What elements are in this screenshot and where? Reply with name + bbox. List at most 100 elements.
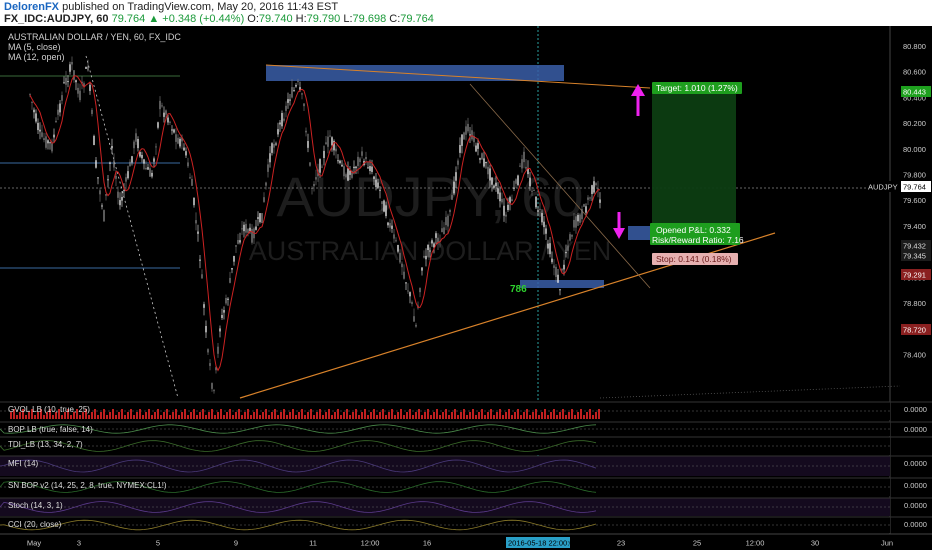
- candle: [231, 267, 233, 274]
- target-area[interactable]: [652, 88, 736, 228]
- last-price: 79.764: [111, 13, 146, 25]
- support-zone[interactable]: [520, 280, 604, 288]
- down-arrow-icon: [613, 212, 625, 239]
- low-value: 79.698: [352, 13, 387, 25]
- indicator-label[interactable]: Stoch (14, 3, 1): [8, 501, 63, 510]
- candle: [307, 133, 309, 153]
- candle: [261, 213, 263, 224]
- symbol-label[interactable]: FX_IDC:AUDJPY, 60: [4, 13, 109, 25]
- candle: [257, 211, 259, 226]
- candle: [245, 219, 247, 238]
- price-change: +0.348 (+0.44%): [162, 13, 245, 25]
- candle: [65, 70, 67, 93]
- candle: [37, 118, 39, 134]
- candle: [205, 320, 207, 338]
- candle: [135, 128, 137, 145]
- candle: [329, 130, 331, 138]
- price-tick: 80.800: [903, 42, 926, 51]
- indicator-label[interactable]: BOP LB (true, false, 14): [8, 425, 93, 434]
- candle: [179, 136, 181, 149]
- legend-ma-12[interactable]: MA (12, open): [8, 52, 65, 62]
- price-tick: 78.800: [903, 299, 926, 308]
- candle: [419, 287, 421, 298]
- candle: [365, 151, 367, 165]
- indicator-pane[interactable]: MFI (14) 0.0000: [0, 455, 932, 476]
- indicator-pane[interactable]: GVOL LB (10, true, 25) 0.0000: [0, 401, 932, 420]
- candle: [259, 212, 261, 224]
- candle: [599, 192, 601, 209]
- publish-line: DelorenFX published on TradingView.com, …: [4, 1, 338, 13]
- candle: [85, 66, 87, 70]
- price-chart[interactable]: AUSTRALIAN DOLLAR / YEN, 60, FX_IDC MA (…: [0, 26, 932, 550]
- indicator-pane[interactable]: Stoch (14, 3, 1) 0.0000: [0, 497, 932, 516]
- time-tick: 30: [811, 539, 819, 548]
- indicator-pane[interactable]: TDI_LB (13, 34, 2, 7): [0, 436, 932, 455]
- candle: [45, 132, 47, 150]
- indicator-label[interactable]: MFI (14): [8, 459, 39, 468]
- chart-header: DelorenFX published on TradingView.com, …: [0, 0, 932, 26]
- indicator-label[interactable]: CCI (20, close): [8, 520, 62, 529]
- indicator-pane[interactable]: CCI (20, close) 0.0000: [0, 516, 932, 533]
- legend-ma-5[interactable]: MA (5, close): [8, 42, 61, 52]
- indicator-label[interactable]: GVOL LB (10, true, 25): [8, 405, 90, 414]
- candle: [473, 131, 475, 147]
- entry-zone[interactable]: [628, 226, 650, 240]
- time-tick: 11: [309, 539, 317, 548]
- high-value: 79.790: [306, 13, 341, 25]
- candle: [415, 322, 417, 328]
- candle: [339, 159, 341, 165]
- candle: [39, 122, 41, 140]
- candle: [301, 92, 303, 100]
- legend-title: AUSTRALIAN DOLLAR / YEN, 60, FX_IDC: [8, 32, 181, 42]
- time-tick: 16: [423, 539, 431, 548]
- candle: [109, 161, 111, 172]
- pnl-label: Opened P&L: 0.332: [656, 225, 731, 235]
- candle: [251, 224, 253, 245]
- candle: [95, 156, 97, 169]
- candle: [125, 173, 127, 190]
- candle: [323, 145, 325, 166]
- publisher-link[interactable]: DelorenFX: [4, 1, 59, 13]
- indicator-label[interactable]: SN BOP v2 (14, 25, 2, 8, true, NYMEX:CL1…: [8, 481, 167, 490]
- candle: [163, 106, 165, 123]
- candle: [177, 134, 179, 145]
- indicator-label[interactable]: TDI_LB (13, 34, 2, 7): [8, 440, 83, 449]
- candle: [361, 146, 363, 159]
- price-tick: 79.800: [903, 171, 926, 180]
- published-text: published on TradingView.com, May 20, 20…: [62, 1, 339, 13]
- candle: [97, 177, 99, 185]
- low-label: L:: [343, 13, 353, 25]
- candle: [185, 147, 187, 158]
- candle: [267, 158, 269, 178]
- candle: [59, 100, 61, 117]
- candle: [293, 87, 295, 92]
- indicator-pane[interactable]: SN BOP v2 (14, 25, 2, 8, true, NYMEX:CL1…: [0, 477, 932, 496]
- candle: [61, 91, 63, 105]
- indicator-pane[interactable]: BOP LB (true, false, 14) 0.0000: [0, 421, 932, 436]
- candle: [99, 187, 101, 202]
- candle: [265, 181, 267, 190]
- candle: [71, 56, 73, 71]
- candle: [295, 83, 297, 88]
- candle: [121, 190, 123, 207]
- price-badge: 79.345: [901, 250, 931, 261]
- candle: [195, 212, 197, 231]
- candle: [331, 136, 333, 152]
- candle: [131, 155, 133, 166]
- candle: [239, 232, 241, 245]
- target-up-arrow-icon: [631, 84, 645, 116]
- candle: [197, 224, 199, 242]
- candle: [461, 134, 463, 154]
- candle: [119, 192, 121, 210]
- candle: [31, 101, 33, 110]
- time-tick: 3: [77, 539, 81, 548]
- candle: [283, 112, 285, 123]
- candle: [155, 143, 157, 155]
- candle: [583, 203, 585, 207]
- candle: [199, 254, 201, 269]
- candle: [407, 283, 409, 294]
- open-value: 79.740: [258, 13, 293, 25]
- price-tick: 80.200: [903, 119, 926, 128]
- candle: [93, 134, 95, 146]
- candle: [471, 124, 473, 142]
